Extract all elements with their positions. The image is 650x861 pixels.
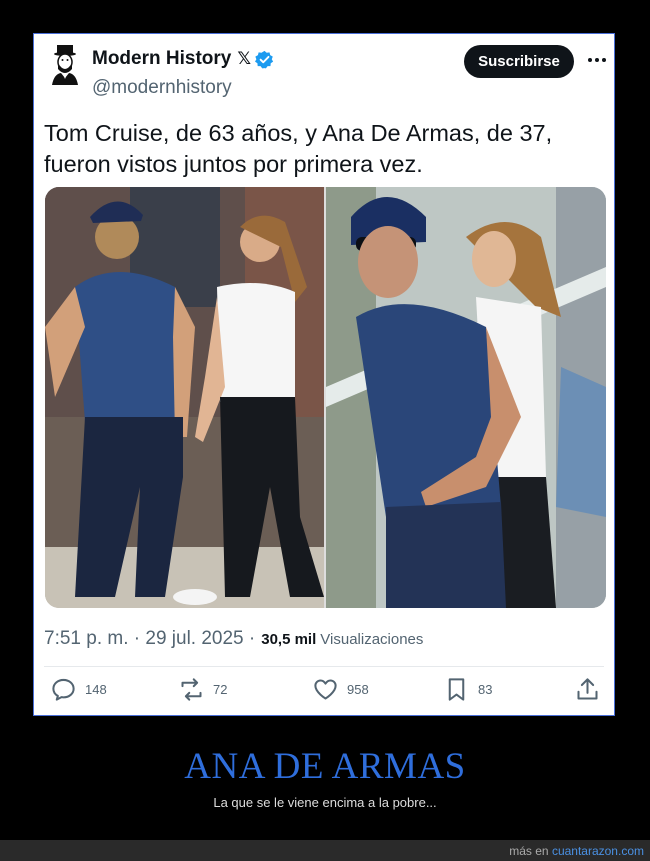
views-label: Visualizaciones [320, 631, 424, 648]
photo-right[interactable] [326, 187, 606, 608]
repost-button[interactable]: 72 [178, 674, 227, 704]
tweet-meta: 7:51 p. m. · 29 jul. 2025 · 30,5 mil Vis… [44, 628, 423, 650]
caption-subtitle: La que se le viene encima a la pobre... [213, 795, 437, 810]
photo-left[interactable] [45, 187, 324, 608]
bookmark-button[interactable]: 83 [443, 674, 492, 704]
caption-title: ANA DE ARMAS [184, 746, 466, 787]
account-handle[interactable]: @modernhistory [92, 77, 232, 99]
tweet-timestamp[interactable]: 7:51 p. m. · 29 jul. 2025 · [44, 628, 255, 650]
repost-icon [181, 677, 202, 701]
divider [44, 666, 604, 667]
bookmark-count: 83 [478, 681, 493, 697]
tweet-text-line-2: fueron vistos juntos por primera vez. [44, 151, 423, 177]
reply-icon [52, 678, 75, 701]
subscribe-button[interactable]: Suscribirse [464, 45, 574, 78]
tweet-text-line-1: Tom Cruise, de 63 años, y Ana De Armas, … [44, 120, 553, 146]
account-name[interactable]: Modern History [92, 48, 231, 70]
like-count: 958 [347, 681, 369, 697]
footer-text: más en cuantarazon.com [509, 844, 644, 858]
tweet-media[interactable] [45, 187, 606, 608]
couple-walking-back-view-image [45, 187, 324, 608]
display-name[interactable]: Modern History 𝕏 [92, 48, 274, 70]
action-bar: 148 72 958 83 [34, 674, 616, 708]
like-button[interactable]: 958 [312, 674, 369, 704]
reply-button[interactable]: 148 [50, 674, 107, 704]
x-logo-icon: 𝕏 [237, 49, 252, 68]
share-icon [577, 677, 598, 700]
lincoln-portrait-icon [52, 45, 78, 85]
heart-icon [314, 678, 337, 700]
tweet-card: Modern History 𝕏 @modernhistory Suscribi… [33, 33, 615, 716]
footer-bar: más en cuantarazon.com [0, 840, 650, 861]
repost-count: 72 [213, 681, 228, 697]
footer-site-link[interactable]: cuantarazon.com [552, 844, 644, 858]
more-options-icon[interactable] [586, 48, 608, 72]
reply-count: 148 [85, 681, 107, 697]
bookmark-icon [448, 677, 465, 701]
verified-badge-icon [255, 50, 274, 68]
views-count: 30,5 mil [261, 631, 317, 648]
couple-walking-front-view-image [326, 187, 606, 608]
tweet-text: Tom Cruise, de 63 años, y Ana De Armas, … [44, 118, 604, 180]
footer-prefix: más en [509, 844, 549, 858]
avatar[interactable] [48, 45, 82, 85]
share-button[interactable] [574, 674, 601, 704]
